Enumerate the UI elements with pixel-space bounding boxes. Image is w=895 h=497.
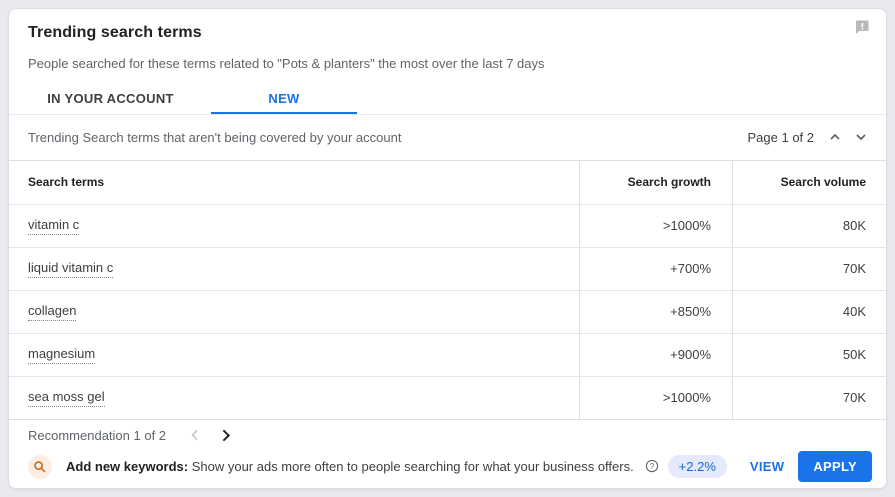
help-question-icon[interactable]: ? [645,459,659,473]
recommendation-action-bar: Add new keywords: Show your ads more oft… [9,451,886,488]
table-header-row: Search terms Search growth Search volume [9,161,886,204]
search-volume-value: 80K [732,205,886,247]
chevron-down-icon[interactable] [850,126,872,148]
apply-button[interactable]: APPLY [798,451,872,482]
search-growth-value: +700% [579,248,732,290]
table-row: liquid vitamin c +700% 70K [9,247,886,290]
search-term[interactable]: vitamin c [28,217,79,235]
card-header: Trending search terms People searched fo… [9,9,886,114]
search-term[interactable]: liquid vitamin c [28,260,113,278]
page-title: Trending search terms [28,24,867,42]
column-header-search-terms: Search terms [9,175,579,189]
tab-in-your-account[interactable]: IN YOUR ACCOUNT [28,84,193,114]
table-row: sea moss gel >1000% 70K [9,376,886,419]
subheader-description: Trending Search terms that aren't being … [28,130,401,145]
recommendation-title: Add new keywords: [66,459,188,474]
column-header-search-growth: Search growth [579,161,732,204]
tab-new[interactable]: NEW [211,84,357,114]
search-growth-value: >1000% [579,205,732,247]
chevron-right-icon[interactable] [214,424,236,446]
search-volume-value: 50K [732,334,886,376]
search-term[interactable]: collagen [28,303,76,321]
card-subtitle: People searched for these terms related … [28,56,867,71]
page-indicator: Page 1 of 2 [748,130,815,145]
feedback-icon[interactable] [852,17,872,37]
impact-badge: +2.2% [668,455,727,478]
search-volume-value: 70K [732,377,886,419]
recommendation-description: Show your ads more often to people searc… [192,459,634,474]
subheader-row: Trending Search terms that aren't being … [9,115,886,160]
trending-terms-table: Search terms Search growth Search volume… [9,160,886,420]
search-term[interactable]: sea moss gel [28,389,105,407]
search-growth-value: +900% [579,334,732,376]
column-header-search-volume: Search volume [732,161,886,204]
trending-search-terms-card: Trending search terms People searched fo… [8,8,887,489]
recommendation-text: Add new keywords: Show your ads more oft… [66,459,659,474]
chevron-up-icon[interactable] [824,126,846,148]
table-pagination: Page 1 of 2 [748,126,873,148]
search-volume-value: 40K [732,291,886,333]
chevron-left-icon[interactable] [184,424,206,446]
search-growth-value: >1000% [579,377,732,419]
svg-text:?: ? [650,462,655,471]
keyword-magnifier-icon [28,455,52,479]
recommendation-nav: Recommendation 1 of 2 [9,420,886,451]
tab-bar: IN YOUR ACCOUNT NEW [28,84,867,114]
table-row: magnesium +900% 50K [9,333,886,376]
table-row: vitamin c >1000% 80K [9,204,886,247]
view-button[interactable]: VIEW [740,452,794,481]
search-volume-value: 70K [732,248,886,290]
recommendation-indicator: Recommendation 1 of 2 [28,428,166,443]
search-term[interactable]: magnesium [28,346,95,364]
table-row: collagen +850% 40K [9,290,886,333]
search-growth-value: +850% [579,291,732,333]
page-background: Trending search terms People searched fo… [0,0,895,497]
